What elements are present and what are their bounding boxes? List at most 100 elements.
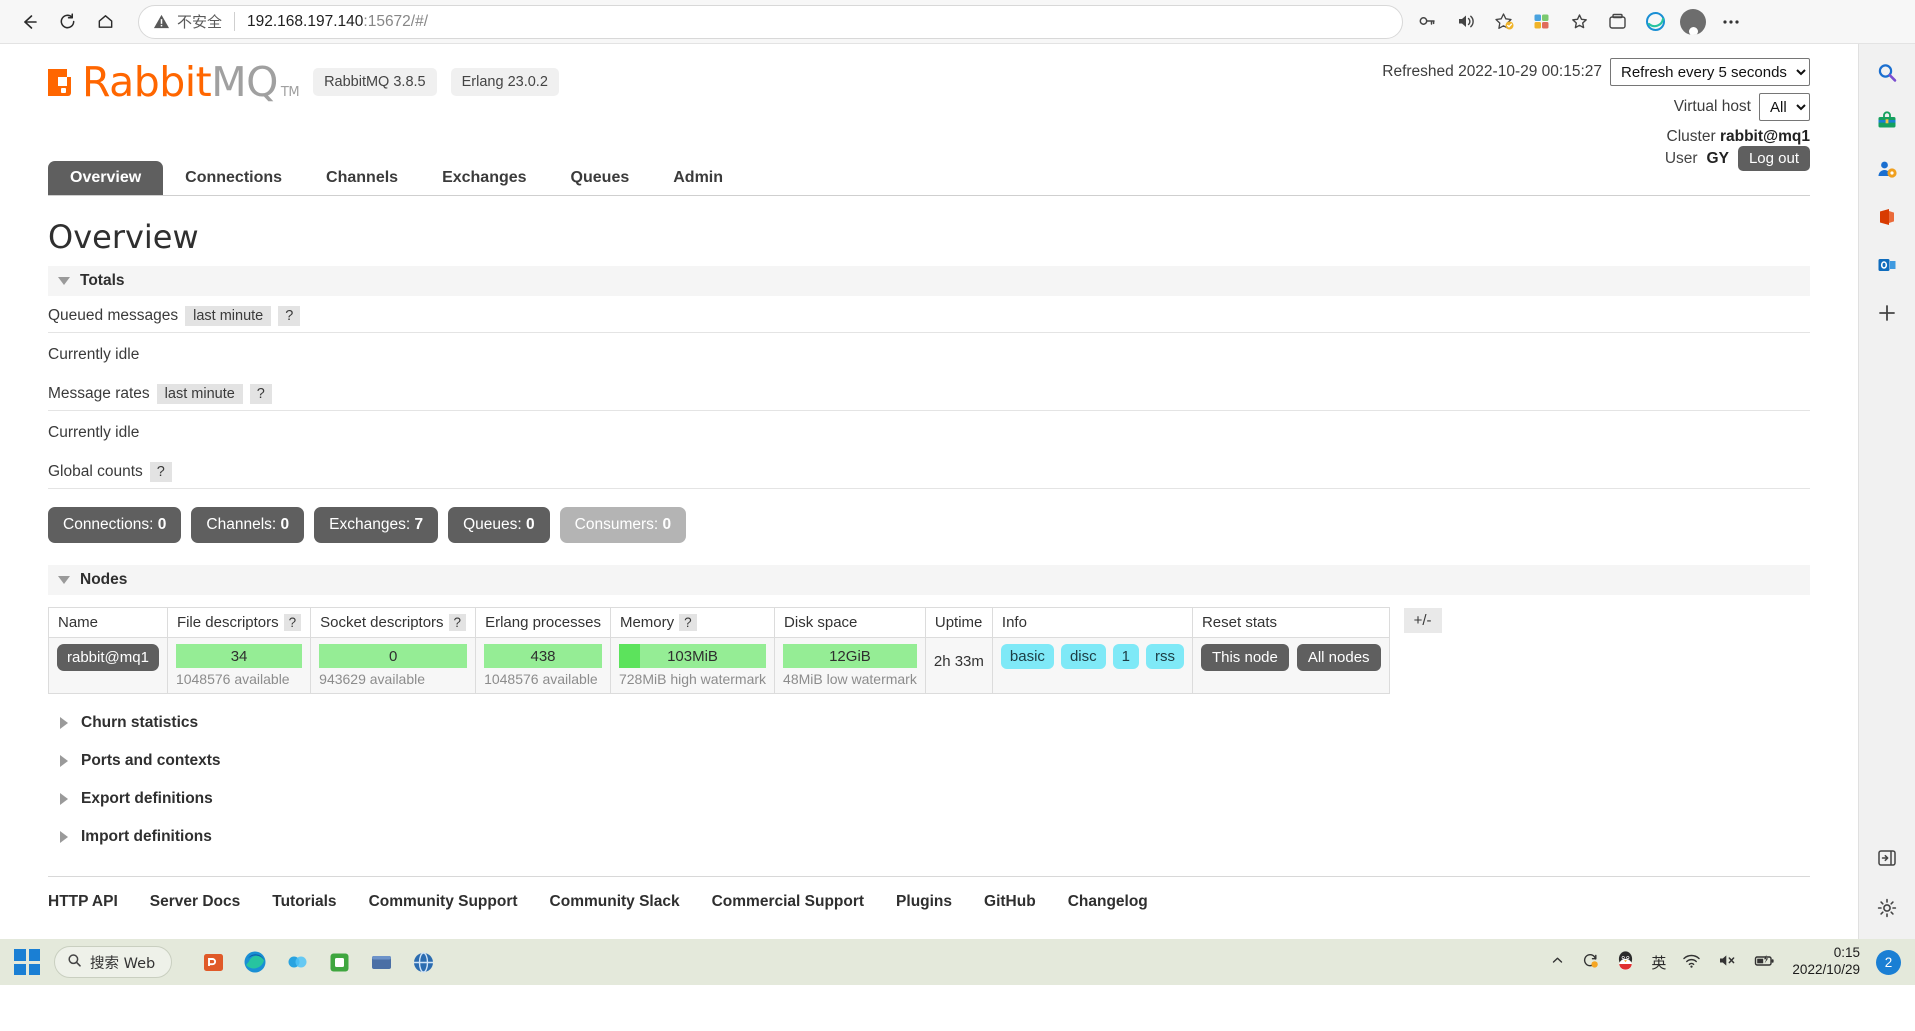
sidebar-office-icon[interactable] [1870, 200, 1904, 234]
taskbar-clock[interactable]: 0:15 2022/10/29 [1792, 945, 1860, 979]
notification-badge[interactable]: 2 [1876, 949, 1901, 975]
queued-messages-period-chip[interactable]: last minute [185, 306, 272, 326]
taskbar-app-4-icon[interactable] [324, 947, 354, 977]
message-rates-period-chip[interactable]: last minute [156, 384, 243, 404]
taskbar-app-1-icon[interactable] [198, 947, 228, 977]
sidebar-search-icon[interactable] [1870, 56, 1904, 90]
count-queues[interactable]: Queues: 0 [448, 507, 550, 543]
nodes-section-header[interactable]: Nodes [48, 565, 1810, 595]
footer-link-commercial-support[interactable]: Commercial Support [712, 893, 864, 911]
totals-section-header[interactable]: Totals [48, 266, 1810, 296]
windows-start-icon[interactable] [14, 949, 40, 975]
info-tag-basic[interactable]: basic [1000, 644, 1054, 669]
extensions-icon[interactable] [1523, 5, 1559, 39]
reset-all-nodes-button[interactable]: All nodes [1296, 644, 1381, 671]
count-exchanges[interactable]: Exchanges: 7 [314, 507, 439, 543]
footer-link-http-api[interactable]: HTTP API [48, 893, 118, 911]
ime-language-indicator[interactable]: 英 [1651, 952, 1666, 973]
qq-icon[interactable] [1616, 950, 1635, 974]
taskbar-app-6-icon[interactable] [408, 947, 438, 977]
footer-link-tutorials[interactable]: Tutorials [272, 893, 336, 911]
collections-icon[interactable] [1561, 5, 1597, 39]
wifi-icon[interactable] [1682, 951, 1701, 973]
home-icon[interactable] [86, 5, 124, 39]
col-disk-space[interactable]: Disk space [774, 607, 926, 638]
global-counts-help-icon[interactable]: ? [149, 462, 172, 482]
cell-memory: 103MiB 728MiB high watermark [609, 637, 776, 694]
count-consumers[interactable]: Consumers: 0 [559, 507, 687, 543]
sidebar-shopping-icon[interactable] [1870, 104, 1904, 138]
info-tag-rss[interactable]: rss [1145, 644, 1184, 669]
tab-exchanges[interactable]: Exchanges [420, 161, 548, 195]
col-uptime[interactable]: Uptime [924, 607, 993, 638]
section-export-definitions[interactable]: Export definitions [48, 770, 1810, 808]
section-ports-and-contexts[interactable]: Ports and contexts [48, 732, 1810, 770]
section-import-definitions[interactable]: Import definitions [48, 808, 1810, 846]
tab-admin[interactable]: Admin [651, 161, 745, 195]
file-descriptors-help-icon[interactable]: ? [283, 614, 302, 631]
tab-connections[interactable]: Connections [163, 161, 304, 195]
refresh-interval-select[interactable]: Refresh every 5 seconds [1610, 58, 1810, 86]
reset-this-node-button[interactable]: This node [1200, 644, 1289, 671]
taskbar-app-5-icon[interactable] [366, 947, 396, 977]
message-rates-help-icon[interactable]: ? [249, 384, 272, 404]
sidebar-contacts-icon[interactable] [1870, 152, 1904, 186]
reload-icon[interactable] [48, 5, 86, 39]
table-row: rabbit@mq1 34 1048576 available 0 943629… [48, 637, 1390, 694]
edge-copilot-icon[interactable] [1637, 5, 1673, 39]
address-bar[interactable]: 不安全 192.168.197.140:15672/#/ [138, 4, 1403, 39]
queued-messages-help-icon[interactable]: ? [278, 306, 301, 326]
read-aloud-icon[interactable] [1447, 5, 1483, 39]
memory-help-icon[interactable]: ? [679, 614, 697, 631]
col-reset-stats[interactable]: Reset stats [1191, 607, 1390, 638]
col-socket-descriptors[interactable]: Socket descriptors? [310, 607, 477, 638]
col-memory[interactable]: Memory? [609, 607, 776, 638]
info-tag-disc[interactable]: disc [1060, 644, 1106, 669]
nodes-section-label: Nodes [80, 571, 128, 588]
info-tag-count[interactable]: 1 [1112, 644, 1139, 669]
taskbar-search-box[interactable]: 搜索 Web [54, 946, 173, 978]
key-icon[interactable] [1409, 5, 1445, 39]
section-churn-statistics[interactable]: Churn statistics [48, 694, 1810, 732]
back-arrow-icon[interactable] [10, 5, 48, 39]
footer-link-community-slack[interactable]: Community Slack [550, 893, 680, 911]
settings-more-icon[interactable] [1713, 5, 1749, 39]
sidebar-add-icon[interactable] [1870, 296, 1904, 330]
footer-link-community-support[interactable]: Community Support [369, 893, 518, 911]
node-name-badge[interactable]: rabbit@mq1 [57, 644, 159, 671]
chevron-up-icon[interactable] [1550, 953, 1565, 971]
col-info[interactable]: Info [991, 607, 1193, 638]
count-channels[interactable]: Channels: 0 [191, 507, 305, 543]
taskbar-edge-icon[interactable] [240, 947, 270, 977]
sync-icon[interactable] [1581, 951, 1600, 973]
info-tag-list: basic disc 1 rss [1000, 644, 1184, 669]
sidebar-outlook-icon[interactable] [1870, 248, 1904, 282]
tab-channels[interactable]: Channels [304, 161, 420, 195]
taskbar-app-3-icon[interactable] [282, 947, 312, 977]
virtual-host-select[interactable]: All [1759, 93, 1810, 121]
rabbitmq-logo-mark-icon [48, 67, 78, 97]
footer-link-server-docs[interactable]: Server Docs [150, 893, 240, 911]
col-file-descriptors[interactable]: File descriptors? [166, 607, 312, 638]
battery-charging-icon[interactable] [1753, 951, 1776, 973]
logout-button[interactable]: Log out [1737, 146, 1810, 171]
col-file-descriptors-label: File descriptors [176, 614, 279, 631]
sidebar-expand-icon[interactable] [1870, 841, 1904, 875]
favorite-star-icon[interactable] [1485, 5, 1521, 39]
sidebar-settings-gear-icon[interactable] [1870, 891, 1904, 925]
socket-descriptors-help-icon[interactable]: ? [448, 614, 467, 631]
col-erlang-processes[interactable]: Erlang processes [475, 607, 611, 638]
tab-queues[interactable]: Queues [549, 161, 652, 195]
rabbitmq-logo[interactable]: Rabbit MQ TM [48, 58, 300, 106]
footer-link-changelog[interactable]: Changelog [1068, 893, 1148, 911]
browser-essentials-icon[interactable] [1599, 5, 1635, 39]
footer-link-plugins[interactable]: Plugins [896, 893, 952, 911]
col-name[interactable]: Name [48, 607, 168, 638]
count-connections[interactable]: Connections: 0 [48, 507, 182, 543]
column-toggle-button[interactable]: +/- [1403, 608, 1442, 633]
queued-messages-label: Queued messages [48, 307, 179, 324]
footer-link-github[interactable]: GitHub [984, 893, 1036, 911]
volume-muted-icon[interactable] [1717, 951, 1737, 973]
profile-icon[interactable] [1675, 5, 1711, 39]
tab-overview[interactable]: Overview [48, 161, 164, 195]
